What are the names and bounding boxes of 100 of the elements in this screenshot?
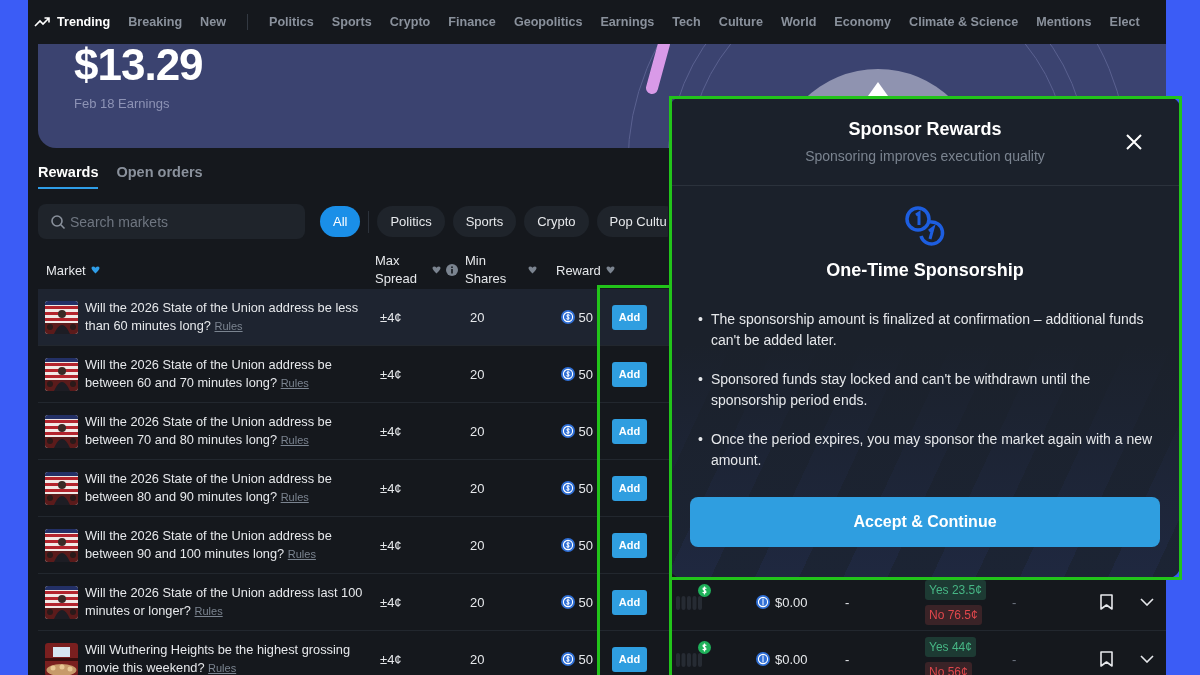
filter-chip[interactable]: Crypto <box>524 206 589 237</box>
table-cell-text: 20 <box>469 480 486 496</box>
bullet-text: Once the period expires, you may sponsor the market again with a new amount. <box>710 430 1154 470</box>
column-header[interactable]: Min Shares <box>465 252 523 288</box>
table-cell-text: ±4¢ <box>379 423 403 439</box>
nav-link[interactable]: Crypto <box>389 15 431 29</box>
nav-link[interactable]: Elect <box>1109 15 1140 29</box>
table-cell-text: ±4¢ <box>379 537 403 553</box>
nav-link[interactable]: Economy <box>834 15 892 29</box>
sort-icon[interactable] <box>90 266 100 274</box>
nav-link[interactable]: Breaking <box>128 15 183 29</box>
column-header[interactable]: Market <box>46 262 86 278</box>
table-cell-text: ±4¢ <box>379 480 403 496</box>
yes-price-button[interactable]: Yes 23.5¢ <box>925 579 986 600</box>
info-icon[interactable] <box>446 264 458 276</box>
accept-button[interactable]: Accept & Continue <box>690 497 1160 547</box>
reward-amount: 50 <box>578 423 593 439</box>
dialog-title: Sponsor Rewards <box>848 118 1002 140</box>
bullet-text: Sponsored funds stay locked and can't be withdrawn until the sponsorship period ends. <box>710 370 1092 410</box>
rules-link[interactable]: Rules <box>208 662 237 674</box>
bullet-marker: • <box>698 370 703 389</box>
no-price-button[interactable]: No 76.5¢ <box>925 604 982 625</box>
search-field[interactable]: Search markets <box>38 204 305 239</box>
table-cell-text: - <box>1011 594 1018 610</box>
market-question: Will the 2026 State of the Union address be between 70 and 80 minutes long? Rules <box>85 413 333 449</box>
bookmark-icon[interactable] <box>1100 651 1113 667</box>
rules-link[interactable]: Rules <box>280 491 309 503</box>
table-cell-text: ±4¢ <box>379 651 403 667</box>
coin-icon <box>756 595 770 609</box>
rules-link[interactable]: Rules <box>194 605 223 617</box>
reward-amount: 50 <box>578 537 593 553</box>
nav-link[interactable]: Culture <box>718 15 763 29</box>
add-button[interactable]: Add <box>612 532 647 558</box>
sort-icon[interactable] <box>605 266 615 274</box>
no-price-button[interactable]: No 56¢ <box>925 661 972 675</box>
column-header[interactable]: Reward <box>556 262 601 278</box>
bullet-marker: • <box>698 430 703 449</box>
close-icon[interactable] <box>1126 134 1142 150</box>
table-cell-text: 20 <box>469 423 486 439</box>
sort-icon[interactable] <box>528 266 537 274</box>
nav-link[interactable]: Earnings <box>600 15 655 29</box>
chevron-down-icon[interactable] <box>1140 598 1154 606</box>
add-button[interactable]: Add <box>612 589 647 615</box>
reward-amount: 50 <box>578 366 593 382</box>
market-question: Will Wuthering Heights be the highest grossing movie this weekend? Rules <box>85 641 352 675</box>
nav-link[interactable]: World <box>780 15 817 29</box>
coin-icon <box>560 481 575 495</box>
market-question: Will the 2026 State of the Union address be between 80 and 90 minutes long? Rules <box>85 470 333 506</box>
add-button[interactable]: Add <box>612 418 647 444</box>
table-cell-text: ±4¢ <box>379 366 403 382</box>
tab[interactable]: Open orders <box>116 162 203 189</box>
yes-price-button[interactable]: Yes 44¢ <box>925 636 976 657</box>
market-question: Will the 2026 State of the Union address be less than 60 minutes long? Rules <box>85 299 360 335</box>
filter-chip[interactable]: Politics <box>377 206 445 237</box>
coin-icon <box>560 424 575 438</box>
filter-chip[interactable]: Sports <box>452 206 517 237</box>
add-button[interactable]: Add <box>612 304 647 330</box>
nav-link[interactable]: Tech <box>672 15 701 29</box>
rules-link[interactable]: Rules <box>280 434 309 446</box>
nav-link[interactable]: Politics <box>269 15 314 29</box>
rules-link[interactable]: Rules <box>280 377 309 389</box>
coin-icon <box>756 652 770 666</box>
add-button[interactable]: Add <box>612 361 647 387</box>
coin-icon <box>560 652 575 666</box>
nav-link[interactable]: Climate & Science <box>909 15 1019 29</box>
rules-link[interactable]: Rules <box>214 320 243 332</box>
nav-link[interactable]: Geopolitics <box>513 15 583 29</box>
liquidity-bars-icon <box>676 651 702 667</box>
chevron-down-icon[interactable] <box>1140 655 1154 663</box>
bookmark-icon[interactable] <box>1100 594 1113 610</box>
add-button[interactable]: Add <box>612 475 647 501</box>
table-cell-text: 20 <box>469 537 486 553</box>
add-button[interactable]: Add <box>612 646 647 672</box>
nav-link[interactable]: Finance <box>448 15 496 29</box>
coin-icon <box>560 595 575 609</box>
dollar-badge-icon <box>698 584 711 597</box>
filter-chip[interactable]: Pop Cultu <box>596 206 668 237</box>
reward-amount: 50 <box>578 480 593 496</box>
table-cell-text: ±4¢ <box>379 309 403 325</box>
sort-icon[interactable] <box>432 266 441 274</box>
earnings-amount: $13.29 <box>74 44 203 90</box>
amount-value: $0.00 <box>775 594 808 610</box>
reward-amount: 50 <box>578 651 593 667</box>
nav-link[interactable]: Sports <box>331 15 372 29</box>
coins-icon <box>903 204 947 248</box>
earnings-caption: Feb 18 Earnings <box>74 96 171 111</box>
rules-link[interactable]: Rules <box>287 548 316 560</box>
coin-icon <box>560 538 575 552</box>
dialog-subtitle: Sponsoring improves execution quality <box>805 147 1045 164</box>
coin-icon <box>560 367 575 381</box>
nav-link[interactable]: Trending <box>34 15 111 29</box>
table-cell-text: 20 <box>469 309 486 325</box>
tab[interactable]: Rewards <box>38 162 99 189</box>
filter-chip[interactable]: All <box>320 206 361 237</box>
nav-link[interactable]: Mentions <box>1036 15 1092 29</box>
nav-link[interactable]: New <box>200 15 226 29</box>
dollar-badge-icon <box>698 641 711 654</box>
column-header[interactable]: Max Spread <box>375 252 427 288</box>
table-cell-text: - <box>844 651 851 667</box>
market-question: Will the 2026 State of the Union address be between 90 and 100 minutes long? Rules <box>85 527 333 563</box>
